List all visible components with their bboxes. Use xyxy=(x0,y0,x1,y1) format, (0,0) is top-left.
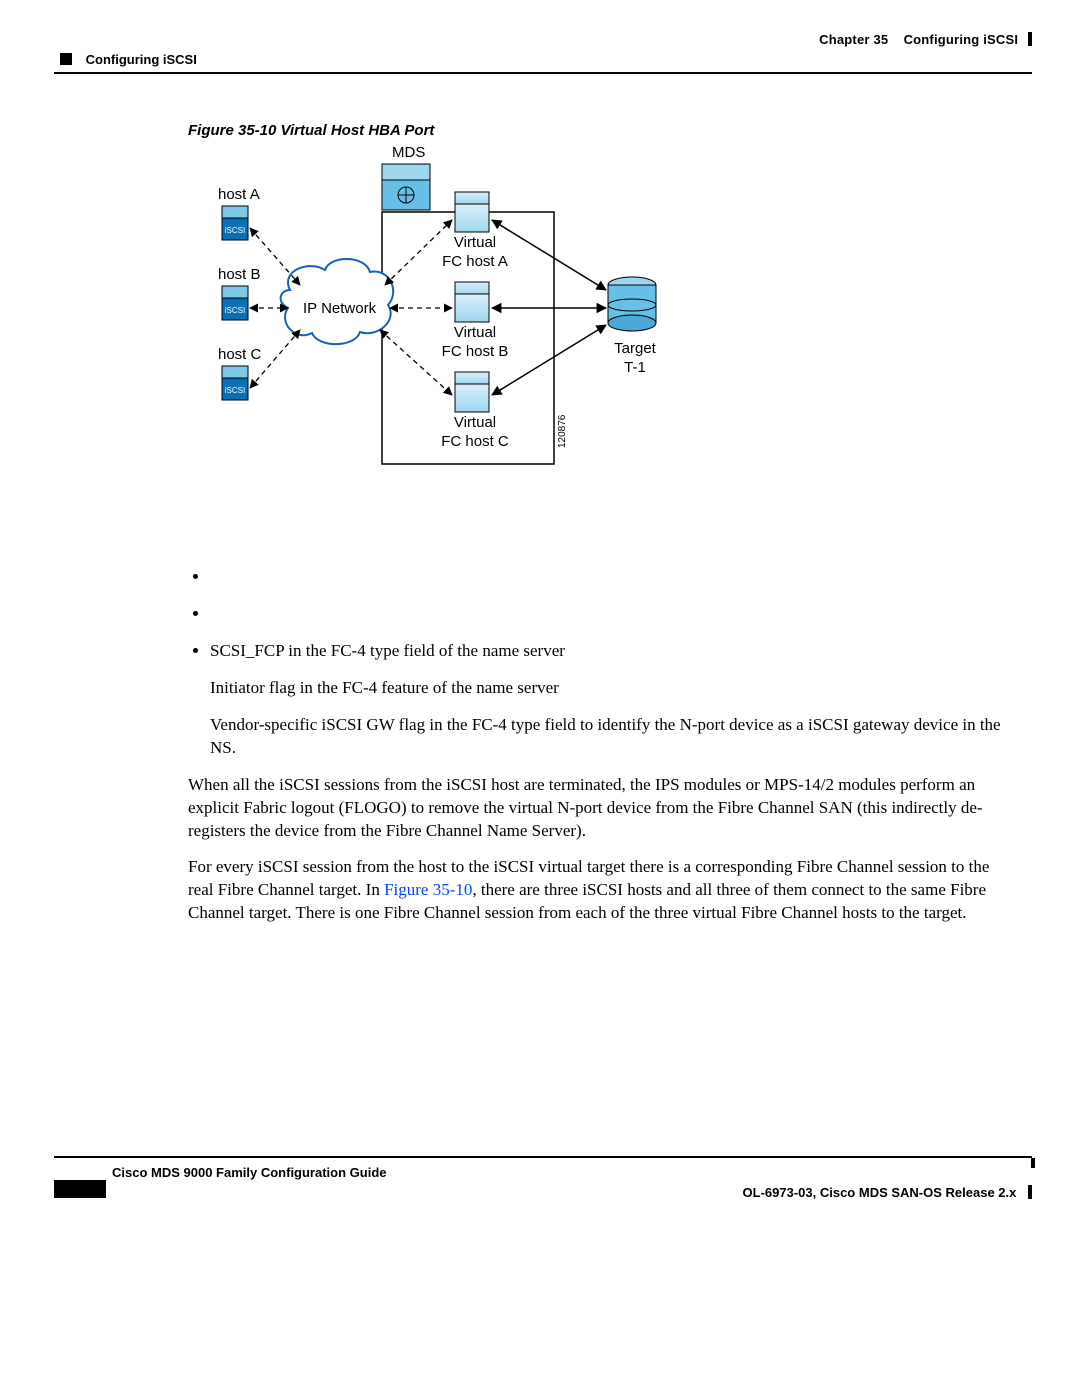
footer-page-number-box xyxy=(54,1180,106,1198)
chapter-label: Chapter 35 xyxy=(819,32,888,47)
label-virtual-c-l2: FC host C xyxy=(441,433,509,450)
diagram-svg: iSCSI iSCSI iSCSI xyxy=(200,150,880,480)
footer-release-bar-icon xyxy=(1028,1185,1032,1199)
label-host-a: host A xyxy=(218,186,260,205)
mds-chassis-icon xyxy=(382,164,430,210)
footer-release-text: OL-6973-03, Cisco MDS SAN-OS Release 2.x xyxy=(743,1185,1017,1200)
label-target-l2: T-1 xyxy=(624,359,646,376)
label-virtual-a: Virtual FC host A xyxy=(430,234,520,272)
label-virtual-a-l1: Virtual xyxy=(454,234,496,251)
body-content: SCSI_FCP in the FC-4 type field of the n… xyxy=(188,566,1016,939)
chapter-title: Configuring iSCSI xyxy=(904,32,1019,47)
header-right-bar-icon xyxy=(1028,32,1032,46)
section-title: Configuring iSCSI xyxy=(86,52,197,67)
label-target: Target T-1 xyxy=(600,340,670,378)
bullet-list: SCSI_FCP in the FC-4 type field of the n… xyxy=(210,566,1016,663)
page: Chapter 35 Configuring iSCSI Configuring… xyxy=(0,0,1080,1397)
label-virtual-b-l1: Virtual xyxy=(454,324,496,341)
label-host-c: host C xyxy=(218,346,261,365)
svg-text:iSCSI: iSCSI xyxy=(225,306,245,315)
figure-caption: Figure 35-10 Virtual Host HBA Port xyxy=(188,122,434,139)
art-id: 120876 xyxy=(557,415,570,448)
paragraph-2: For every iSCSI session from the host to… xyxy=(188,856,1016,925)
figure-cross-reference-link[interactable]: Figure 35-10 xyxy=(384,880,472,899)
footer-small-bar-icon xyxy=(1031,1158,1035,1168)
paragraph-1: When all the iSCSI sessions from the iSC… xyxy=(188,774,1016,843)
bullet-3: SCSI_FCP in the FC-4 type field of the n… xyxy=(210,640,1016,663)
bullet-1 xyxy=(210,566,1016,589)
footer-release: OL-6973-03, Cisco MDS SAN-OS Release 2.x xyxy=(743,1185,1032,1200)
label-virtual-b: Virtual FC host B xyxy=(430,324,520,362)
target-storage-icon xyxy=(608,277,656,331)
svg-text:iSCSI: iSCSI xyxy=(225,226,245,235)
header-left-square-icon xyxy=(60,53,72,65)
bullet-2 xyxy=(210,603,1016,626)
virtual-fc-host-c-icon xyxy=(455,372,489,412)
label-host-b: host B xyxy=(218,266,261,285)
footer-book-title: Cisco MDS 9000 Family Configuration Guid… xyxy=(112,1165,387,1180)
label-virtual-a-l2: FC host A xyxy=(442,253,508,270)
svg-text:iSCSI: iSCSI xyxy=(225,386,245,395)
label-virtual-c: Virtual FC host C xyxy=(430,414,520,452)
label-virtual-b-l2: FC host B xyxy=(442,343,509,360)
label-ip-network: IP Network xyxy=(303,300,376,319)
header-divider xyxy=(54,72,1032,74)
host-b-icon: iSCSI xyxy=(222,286,248,320)
label-virtual-c-l1: Virtual xyxy=(454,414,496,431)
bullet-3-sub-2: Vendor-specific iSCSI GW flag in the FC-… xyxy=(210,714,1016,760)
chapter-header-right: Chapter 35 Configuring iSCSI xyxy=(819,32,1032,47)
virtual-fc-host-b-icon xyxy=(455,282,489,322)
host-c-icon: iSCSI xyxy=(222,366,248,400)
footer-divider xyxy=(54,1156,1032,1158)
virtual-host-hba-diagram: iSCSI iSCSI iSCSI xyxy=(200,150,880,480)
virtual-fc-host-a-icon xyxy=(455,192,489,232)
label-target-l1: Target xyxy=(614,340,656,357)
label-mds: MDS xyxy=(392,144,425,163)
bullet-3-sub-1: Initiator flag in the FC-4 feature of th… xyxy=(210,677,1016,700)
section-header-left: Configuring iSCSI xyxy=(60,52,197,67)
host-a-icon: iSCSI xyxy=(222,206,248,240)
